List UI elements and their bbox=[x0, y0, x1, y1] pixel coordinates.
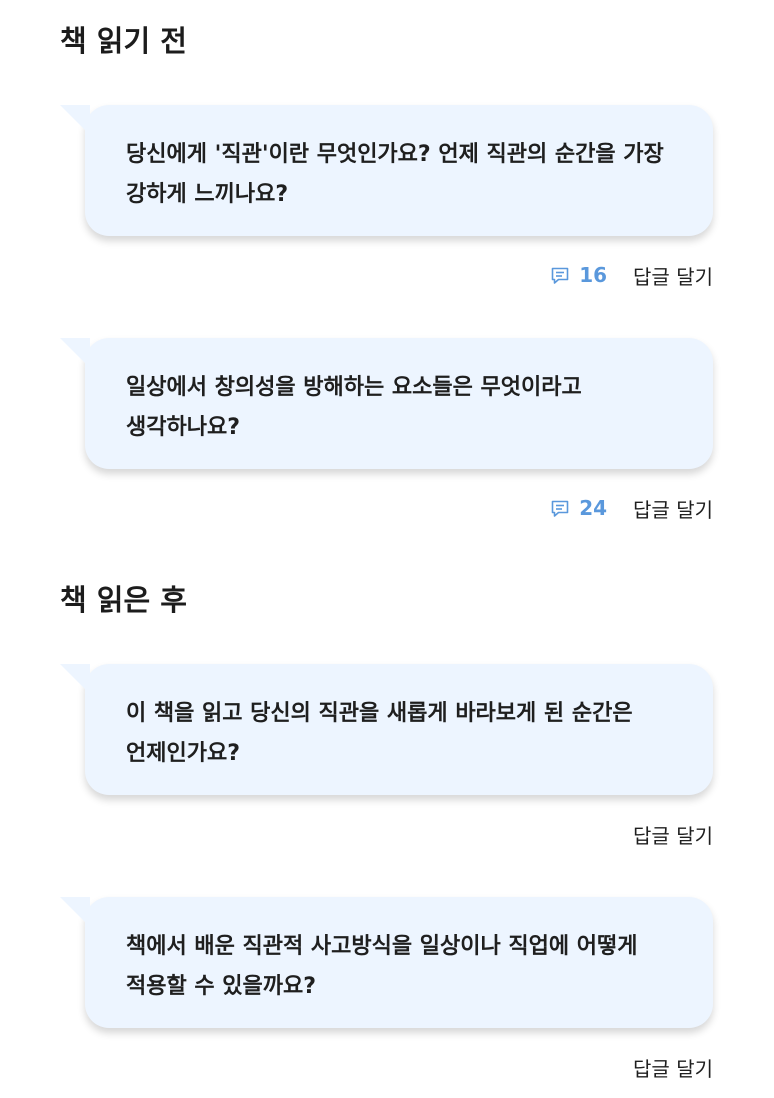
question-text: 책에서 배운 직관적 사고방식을 일상이나 직업에 어떻게 적용할 수 있을까요… bbox=[126, 934, 638, 999]
reply-button[interactable]: 답글 달기 bbox=[633, 1053, 713, 1082]
section-title-before-reading: 책 읽기 전 bbox=[60, 24, 187, 58]
question-meta: 답글 달기 bbox=[633, 820, 713, 848]
question-card[interactable]: 일상에서 창의성을 방해하는 요소들은 무엇이라고 생각하나요? bbox=[60, 338, 713, 469]
reply-button[interactable]: 답글 달기 bbox=[633, 494, 713, 523]
reply-count: 16 bbox=[579, 263, 608, 287]
question-card[interactable]: 책에서 배운 직관적 사고방식을 일상이나 직업에 어떻게 적용할 수 있을까요… bbox=[60, 897, 713, 1028]
question-card[interactable]: 이 책을 읽고 당신의 직관을 새롭게 바라보게 된 순간은 언제인가요? bbox=[60, 664, 713, 795]
reply-count-button[interactable]: 16 bbox=[550, 263, 607, 287]
question-text: 이 책을 읽고 당신의 직관을 새롭게 바라보게 된 순간은 언제인가요? bbox=[126, 701, 633, 766]
section-title-after-reading: 책 읽은 후 bbox=[60, 583, 187, 617]
reply-count-button[interactable]: 24 bbox=[550, 496, 607, 520]
question-meta: 16 답글 달기 bbox=[550, 261, 713, 289]
question-text: 당신에게 '직관'이란 무엇인가요? 언제 직관의 순간을 가장 강하게 느끼나… bbox=[126, 142, 664, 207]
comment-icon bbox=[551, 500, 569, 517]
reply-button[interactable]: 답글 달기 bbox=[633, 820, 713, 849]
question-meta: 24 답글 달기 bbox=[550, 494, 713, 522]
question-meta: 답글 달기 bbox=[633, 1053, 713, 1081]
question-card[interactable]: 당신에게 '직관'이란 무엇인가요? 언제 직관의 순간을 가장 강하게 느끼나… bbox=[60, 105, 713, 236]
reply-count: 24 bbox=[579, 496, 608, 520]
question-text: 일상에서 창의성을 방해하는 요소들은 무엇이라고 생각하나요? bbox=[126, 375, 582, 440]
comment-icon bbox=[551, 267, 569, 284]
reply-button[interactable]: 답글 달기 bbox=[633, 261, 713, 290]
